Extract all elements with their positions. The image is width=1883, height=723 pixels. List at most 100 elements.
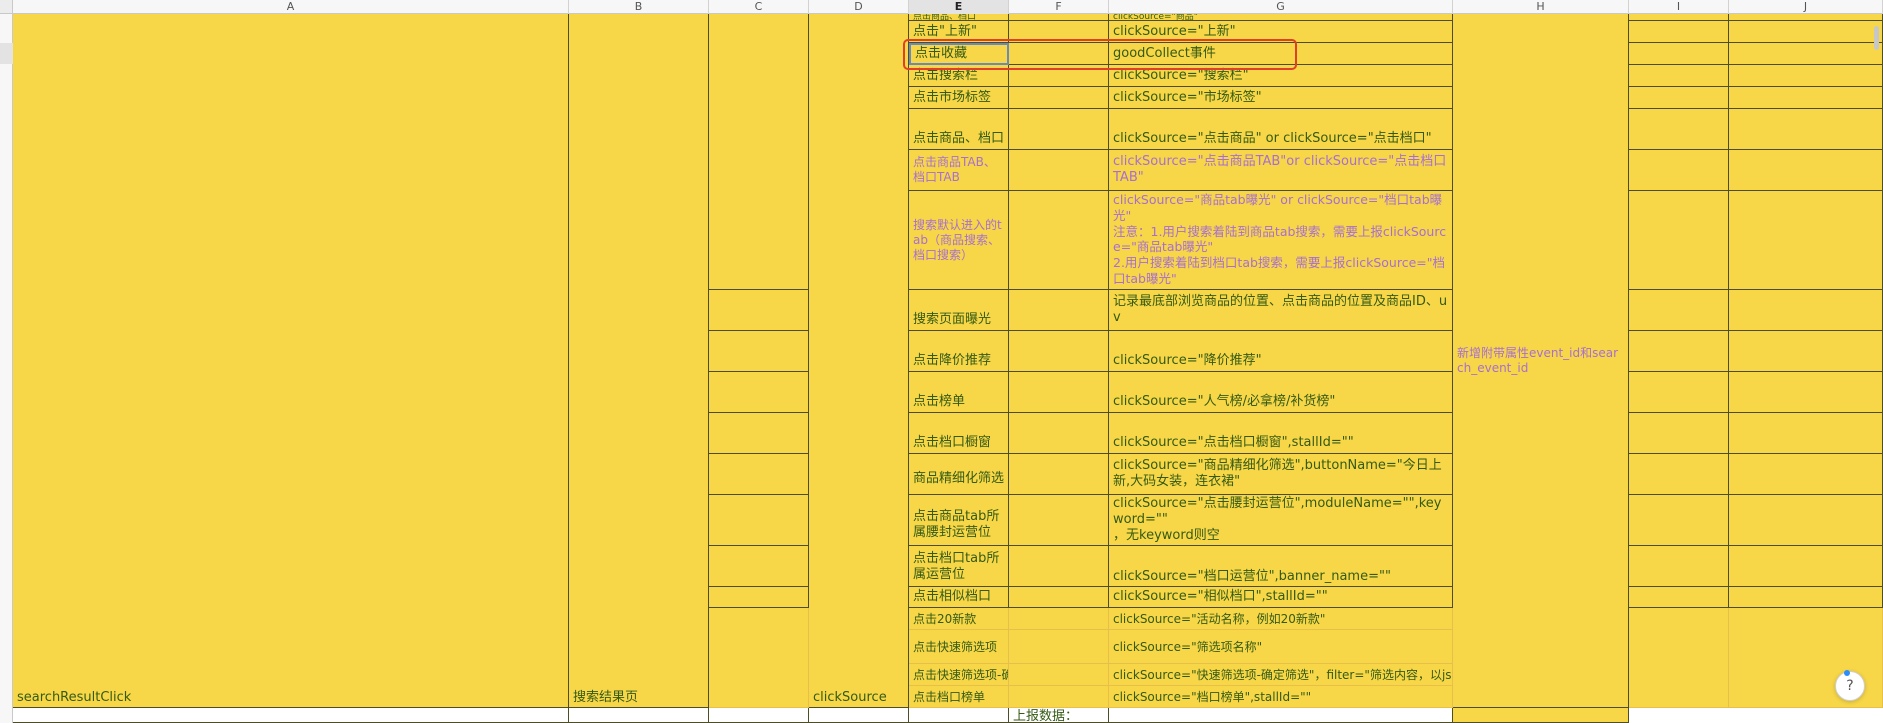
column-header-g[interactable]: G	[1109, 0, 1453, 14]
f-cell[interactable]	[1009, 290, 1109, 331]
j-cell[interactable]	[1729, 109, 1883, 150]
event-cell[interactable]: 点击搜索栏	[909, 65, 1009, 87]
source-cell[interactable]: clickSource="商品tab曝光" or clickSource="档口…	[1109, 191, 1453, 290]
f-cell[interactable]	[1009, 587, 1109, 608]
j-cell[interactable]	[1729, 413, 1883, 454]
j-cell[interactable]	[1729, 290, 1883, 331]
j-cell[interactable]	[1729, 587, 1883, 608]
i-cell[interactable]	[1629, 150, 1729, 191]
e-cell[interactable]	[909, 708, 1009, 723]
c-cell[interactable]	[709, 708, 809, 723]
f-cell[interactable]	[1009, 150, 1109, 191]
i-cell[interactable]	[1629, 43, 1729, 65]
i-cell[interactable]	[1629, 708, 1883, 723]
c-cell[interactable]	[709, 608, 809, 708]
j-cell[interactable]	[1729, 454, 1883, 495]
g-cell[interactable]	[1109, 708, 1453, 723]
f-cell[interactable]	[1009, 109, 1109, 150]
c-cell[interactable]	[709, 14, 809, 290]
i-cell[interactable]	[1629, 454, 1729, 495]
c-cell[interactable]	[709, 495, 809, 546]
event-cell[interactable]: 点击档口橱窗	[909, 413, 1009, 454]
c-cell[interactable]	[709, 372, 809, 413]
source-cell[interactable]: clickSource="点击腰封运营位",moduleName="",keyw…	[1109, 495, 1453, 546]
source-cell[interactable]: clickSource="上新"	[1109, 21, 1453, 43]
j-cell[interactable]	[1729, 65, 1883, 87]
event-cell[interactable]: 搜索默认进入的tab（商品搜索、档口搜索）	[909, 191, 1009, 290]
c-cell[interactable]	[709, 331, 809, 372]
column-header-h[interactable]: H	[1453, 0, 1629, 14]
event-cell[interactable]: 点击榜单	[909, 372, 1009, 413]
event-cell[interactable]: 点击快速筛选项	[909, 630, 1009, 664]
f-cell[interactable]	[1009, 413, 1109, 454]
field-name-cell[interactable]: clickSource	[809, 14, 909, 708]
spreadsheet-grid[interactable]: A B C D E F G H I J searchResultClick 搜索…	[0, 0, 1883, 723]
event-cell[interactable]: 点击商品、档口	[909, 14, 1009, 21]
f-cell[interactable]	[1009, 331, 1109, 372]
row-header-selected[interactable]	[0, 43, 13, 64]
j-cell[interactable]	[1729, 495, 1883, 546]
i-cell[interactable]	[1629, 65, 1729, 87]
event-cell-selected[interactable]: 点击收藏	[909, 43, 1009, 65]
j-cell[interactable]	[1729, 331, 1883, 372]
f-cell[interactable]	[1009, 630, 1109, 664]
f-cell[interactable]	[1009, 65, 1109, 87]
event-cell[interactable]: 点击快速筛选项-确定筛选	[909, 664, 1009, 686]
f-cell[interactable]	[1009, 546, 1109, 587]
i-cell[interactable]	[1629, 413, 1729, 454]
i-cell[interactable]	[1629, 191, 1729, 290]
c-cell[interactable]	[709, 546, 809, 587]
i-cell[interactable]	[1629, 372, 1729, 413]
column-header-d[interactable]: D	[809, 0, 909, 14]
c-cell[interactable]	[709, 587, 809, 608]
i-cell[interactable]	[1629, 14, 1729, 21]
i-cell[interactable]	[1629, 87, 1729, 109]
j-cell[interactable]	[1729, 191, 1883, 290]
f-cell[interactable]	[1009, 43, 1109, 65]
source-cell[interactable]: 记录最底部浏览商品的位置、点击商品的位置及商品ID、uv	[1109, 290, 1453, 331]
select-all-corner[interactable]	[0, 0, 13, 14]
source-cell[interactable]: goodCollect事件	[1109, 43, 1453, 65]
j-cell[interactable]	[1729, 150, 1883, 191]
f-cell[interactable]	[1009, 664, 1109, 686]
event-cell[interactable]: 商品精细化筛选	[909, 454, 1009, 495]
j-cell[interactable]	[1729, 14, 1883, 21]
note-cell[interactable]: 新增附带属性event_id和search_event_id	[1453, 14, 1629, 708]
source-cell[interactable]: clickSource="活动名称，例如20新款"	[1109, 608, 1453, 630]
i-cell[interactable]	[1629, 109, 1729, 150]
c-cell[interactable]	[709, 413, 809, 454]
f-cell[interactable]	[1009, 495, 1109, 546]
event-cell[interactable]: 点击相似档口	[909, 587, 1009, 608]
event-cell[interactable]: 点击20新款	[909, 608, 1009, 630]
event-cell[interactable]: 点击商品tab所属腰封运营位	[909, 495, 1009, 546]
i-cell[interactable]	[1629, 331, 1729, 372]
h-cell[interactable]	[1453, 708, 1629, 723]
i-cell[interactable]	[1629, 546, 1729, 587]
column-header-i[interactable]: I	[1629, 0, 1729, 14]
f-cell[interactable]	[1009, 191, 1109, 290]
j-cell[interactable]	[1729, 43, 1883, 65]
j-cell[interactable]	[1729, 21, 1883, 43]
f-cell[interactable]	[1009, 372, 1109, 413]
event-cell[interactable]: 搜索页面曝光	[909, 290, 1009, 331]
a-cell[interactable]	[13, 708, 569, 723]
column-header-b[interactable]: B	[569, 0, 709, 14]
event-cell[interactable]: 点击档口tab所属运营位	[909, 546, 1009, 587]
c-cell[interactable]	[709, 290, 809, 331]
event-cell[interactable]: 点击市场标签	[909, 87, 1009, 109]
event-name-cell[interactable]: searchResultClick	[13, 14, 569, 708]
i-cell[interactable]	[1629, 495, 1729, 546]
column-header-j[interactable]: J	[1729, 0, 1883, 14]
source-cell[interactable]: clickSource="人气榜/必拿榜/补货榜"	[1109, 372, 1453, 413]
source-cell[interactable]: clickSource="市场标签"	[1109, 87, 1453, 109]
source-cell[interactable]: clickSource="点击商品TAB"or clickSource="点击档…	[1109, 150, 1453, 191]
i-cell[interactable]	[1629, 608, 1729, 708]
source-cell[interactable]: clickSource="档口运营位",banner_name=""	[1109, 546, 1453, 587]
source-cell[interactable]: clickSource="搜索栏"	[1109, 65, 1453, 87]
source-cell[interactable]: clickSource="筛选项名称"	[1109, 630, 1453, 664]
help-button[interactable]: ?	[1835, 670, 1865, 701]
event-cell[interactable]: 点击商品TAB、档口TAB	[909, 150, 1009, 191]
column-header-c[interactable]: C	[709, 0, 809, 14]
f-cell[interactable]	[1009, 87, 1109, 109]
column-header-e[interactable]: E	[909, 0, 1009, 14]
